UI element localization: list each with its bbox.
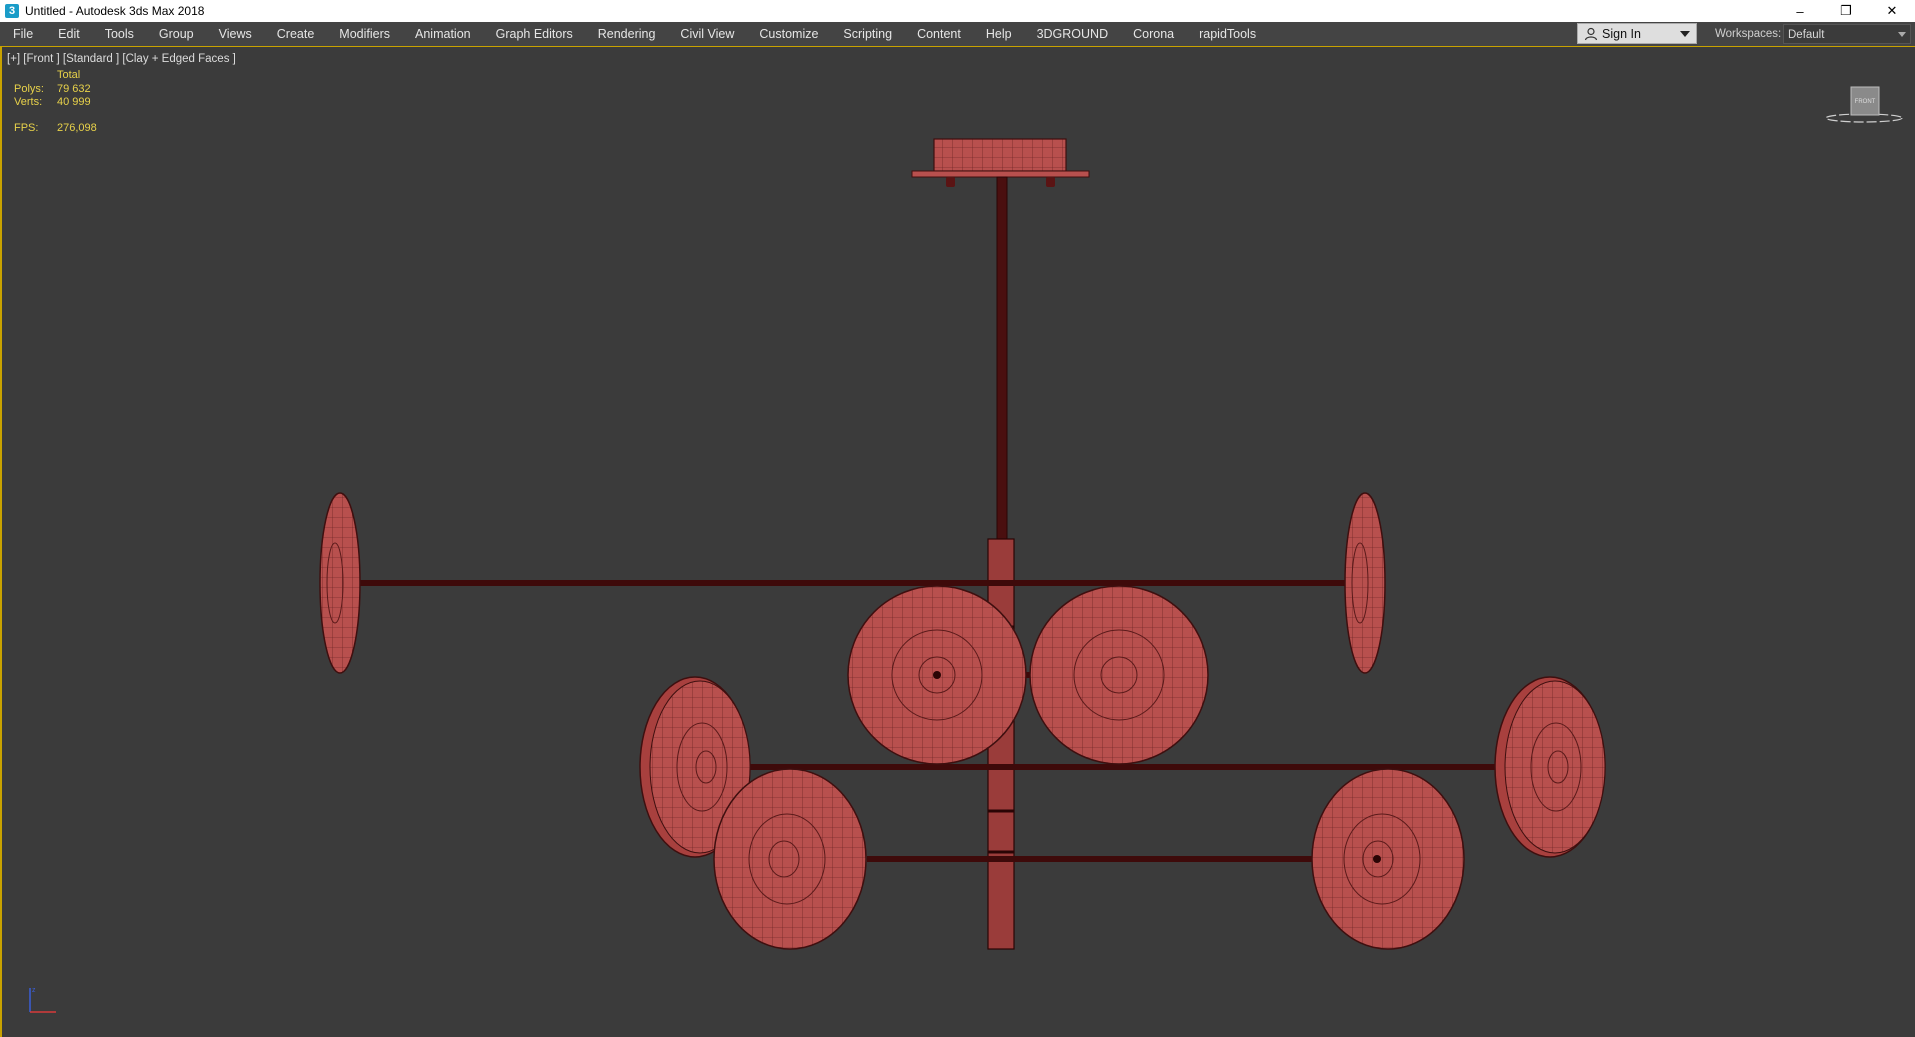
menu-file[interactable]: File — [0, 22, 46, 46]
lamp-disc-center-right[interactable] — [1029, 585, 1209, 765]
window-controls: – ❐ ✕ — [1777, 0, 1915, 22]
menu-views[interactable]: Views — [206, 22, 264, 46]
menu-graph-editors[interactable]: Graph Editors — [483, 22, 585, 46]
menu-corona[interactable]: Corona — [1121, 22, 1187, 46]
menu-scripting[interactable]: Scripting — [831, 22, 905, 46]
restore-button[interactable]: ❐ — [1823, 0, 1869, 22]
sign-in-label: Sign In — [1602, 26, 1641, 41]
menu-help[interactable]: Help — [973, 22, 1024, 46]
close-button[interactable]: ✕ — [1869, 0, 1915, 22]
workspaces-select[interactable]: Default — [1783, 24, 1911, 44]
menu-modifiers[interactable]: Modifiers — [327, 22, 403, 46]
menu-customize[interactable]: Customize — [747, 22, 831, 46]
menu-content[interactable]: Content — [905, 22, 974, 46]
central-rod[interactable] — [987, 176, 1015, 950]
window-title: Untitled - Autodesk 3ds Max 2018 — [25, 4, 205, 18]
chevron-down-icon — [1680, 31, 1690, 37]
lamp-disc-mid-right[interactable] — [1494, 676, 1606, 858]
front-viewport[interactable]: [+] [Front ] [Standard ] [Clay + Edged F… — [0, 47, 1915, 1037]
menu-rapidtools[interactable]: rapidTools — [1187, 22, 1269, 46]
lamp-disc-far-left[interactable] — [319, 492, 361, 674]
lamp-disc-far-right[interactable] — [1344, 492, 1386, 674]
menu-civil-view[interactable]: Civil View — [668, 22, 747, 46]
chevron-down-icon — [1898, 32, 1906, 37]
lamp-disc-low-left[interactable] — [713, 768, 867, 950]
title-bar: 3 Untitled - Autodesk 3ds Max 2018 – ❐ ✕ — [0, 0, 1915, 22]
menu-3dground[interactable]: 3DGROUND — [1024, 22, 1121, 46]
app-icon: 3 — [5, 4, 19, 18]
menu-edit[interactable]: Edit — [46, 22, 93, 46]
lamp-disc-low-right[interactable] — [1311, 768, 1465, 950]
menu-tools[interactable]: Tools — [92, 22, 146, 46]
sign-in-dropdown[interactable]: Sign In — [1577, 23, 1697, 44]
minimize-button[interactable]: – — [1777, 0, 1823, 22]
lamp-disc-center-left[interactable] — [847, 585, 1027, 765]
workspaces-label: Workspaces: — [1715, 28, 1782, 40]
user-icon — [1584, 27, 1598, 40]
workspaces-value: Default — [1788, 29, 1825, 41]
menu-group[interactable]: Group — [146, 22, 206, 46]
menu-create[interactable]: Create — [264, 22, 327, 46]
menu-rendering[interactable]: Rendering — [585, 22, 668, 46]
menu-animation[interactable]: Animation — [403, 22, 484, 46]
chandelier-model[interactable] — [2, 47, 1915, 1037]
